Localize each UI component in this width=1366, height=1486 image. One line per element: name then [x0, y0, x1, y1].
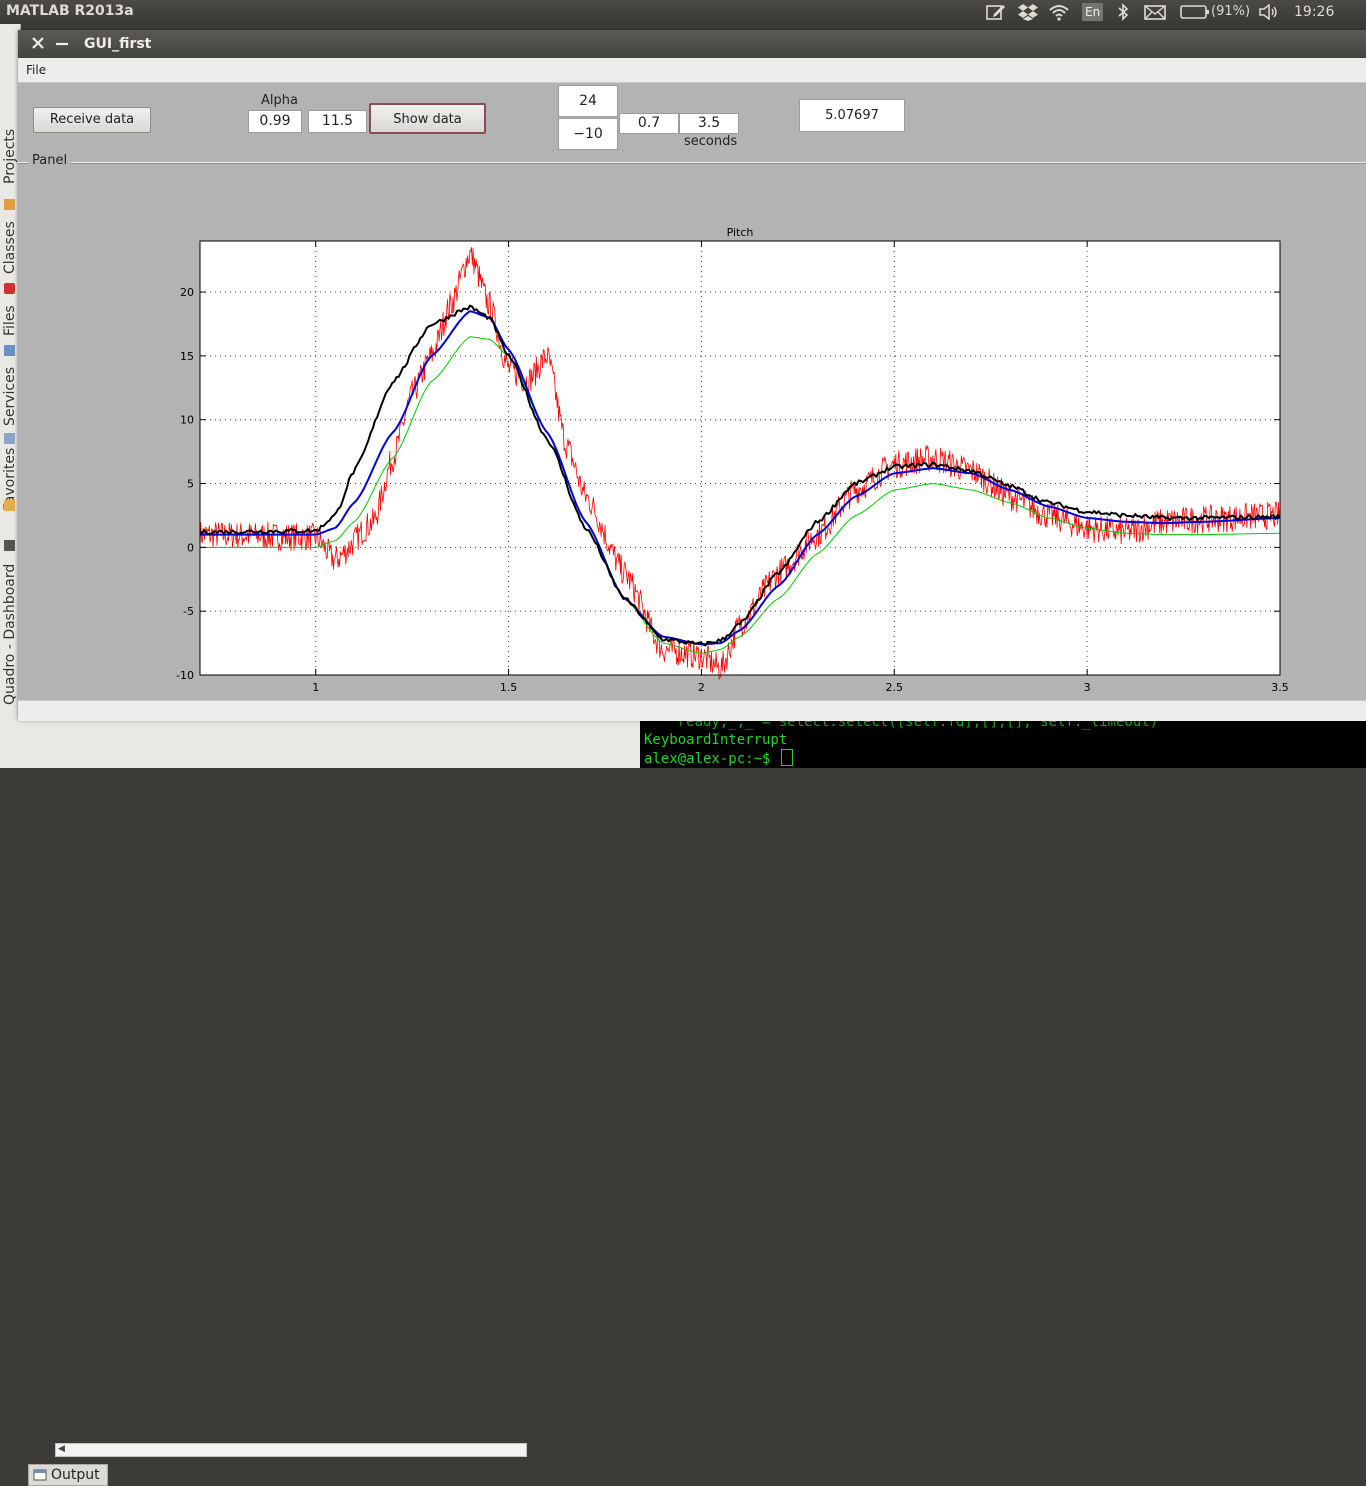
- x-tick-label: 1: [312, 681, 319, 694]
- y-max-field[interactable]: 24: [558, 85, 618, 117]
- volume-icon[interactable]: [1258, 3, 1280, 21]
- y-min-field[interactable]: −10: [558, 118, 618, 150]
- window-title: GUI_first: [84, 36, 152, 52]
- figure-bottom-strip: [18, 700, 1366, 721]
- panel-title: Panel: [28, 153, 72, 168]
- time-end-field[interactable]: 3.5: [679, 113, 739, 134]
- terminal-cursor: [780, 749, 793, 766]
- menu-bar: File: [18, 58, 1366, 83]
- show-data-button[interactable]: Show data: [369, 103, 486, 134]
- battery-icon[interactable]: [1180, 3, 1210, 21]
- y-tick-label: 20: [180, 286, 194, 299]
- y-tick-label: 0: [187, 541, 194, 554]
- plot-area: [200, 241, 1280, 675]
- terminal-line: KeyboardInterrupt: [644, 732, 788, 748]
- files-icon: [4, 345, 15, 356]
- side-tab-projects[interactable]: Projects: [2, 116, 18, 196]
- alpha-field[interactable]: 0.99: [248, 110, 302, 133]
- dropbox-icon[interactable]: [1018, 3, 1038, 21]
- x-tick-label: 2.5: [886, 681, 904, 694]
- battery-percentage: (91%): [1211, 4, 1251, 19]
- y-tick-label: 10: [180, 414, 194, 427]
- output-tab[interactable]: Output: [28, 1464, 108, 1486]
- dashboard-icon: [4, 540, 15, 551]
- y-tick-label: -10: [176, 669, 194, 682]
- minimize-icon[interactable]: [54, 35, 70, 51]
- side-tab-services[interactable]: Services: [2, 362, 18, 430]
- receive-data-button[interactable]: Receive data: [33, 107, 151, 133]
- side-tab-files[interactable]: Files: [2, 300, 18, 342]
- x-tick-label: 2: [698, 681, 705, 694]
- output-tab-label: Output: [51, 1467, 100, 1483]
- terminal-window[interactable]: ready,_,_ = select.select([self.fd],[],[…: [640, 714, 1366, 768]
- x-tick-label: 3: [1084, 681, 1091, 694]
- figure-window: GUI_first File Receive data Alpha 0.99 1…: [18, 30, 1366, 721]
- menu-file[interactable]: File: [26, 63, 46, 77]
- y-tick-label: 5: [187, 478, 194, 491]
- seconds-label: seconds: [684, 134, 738, 149]
- classes-icon: [4, 283, 15, 294]
- x-tick-label: 1.5: [500, 681, 517, 694]
- x-tick-label: 3.5: [1271, 681, 1289, 694]
- ide-bottom-area: ◀ Output: [0, 720, 640, 1486]
- mail-icon[interactable]: [1144, 3, 1166, 21]
- side-tab-classes[interactable]: Classes: [2, 216, 18, 280]
- edit-indicator-icon[interactable]: [986, 3, 1006, 21]
- side-tab-quadro-dashboard[interactable]: Quadro - Dashboard: [2, 559, 18, 709]
- terminal-prompt-text: alex@alex-pc:~$: [644, 751, 779, 767]
- horizontal-scrollbar[interactable]: ◀: [55, 1443, 527, 1457]
- active-app-title: MATLAB R2013a: [6, 3, 134, 19]
- y-tick-label: -5: [183, 605, 194, 618]
- result-display: 5.07697: [799, 99, 905, 132]
- clock[interactable]: 19:26: [1294, 3, 1334, 21]
- time-start-field[interactable]: 0.7: [619, 113, 679, 134]
- projects-icon: [4, 199, 15, 210]
- output-window-icon: [33, 1469, 47, 1481]
- scroll-left-arrow-icon[interactable]: ◀: [58, 1444, 65, 1454]
- y-tick-label: 15: [180, 350, 194, 363]
- parameter-field[interactable]: 11.5: [308, 110, 367, 133]
- panel-border: [18, 162, 1366, 164]
- bluetooth-icon[interactable]: [1116, 3, 1130, 21]
- terminal-prompt[interactable]: alex@alex-pc:~$: [644, 749, 793, 768]
- window-titlebar[interactable]: GUI_first: [18, 30, 1366, 58]
- pitch-chart: 1 1.5 2 2.5 3 3.5 -10 -5 0 5 10 15 20 Pitch: [176, 226, 1289, 694]
- alpha-label: Alpha: [261, 93, 298, 108]
- chart-title: Pitch: [727, 226, 754, 239]
- close-icon[interactable]: [30, 35, 46, 51]
- figure-body: Receive data Alpha 0.99 11.5 Show data 2…: [18, 83, 1366, 721]
- network-wifi-icon[interactable]: [1048, 3, 1070, 21]
- system-top-panel: MATLAB R2013a En (91%) 19:26: [0, 0, 1366, 24]
- favorites-icon: [4, 500, 15, 511]
- keyboard-layout-indicator[interactable]: En: [1082, 3, 1104, 21]
